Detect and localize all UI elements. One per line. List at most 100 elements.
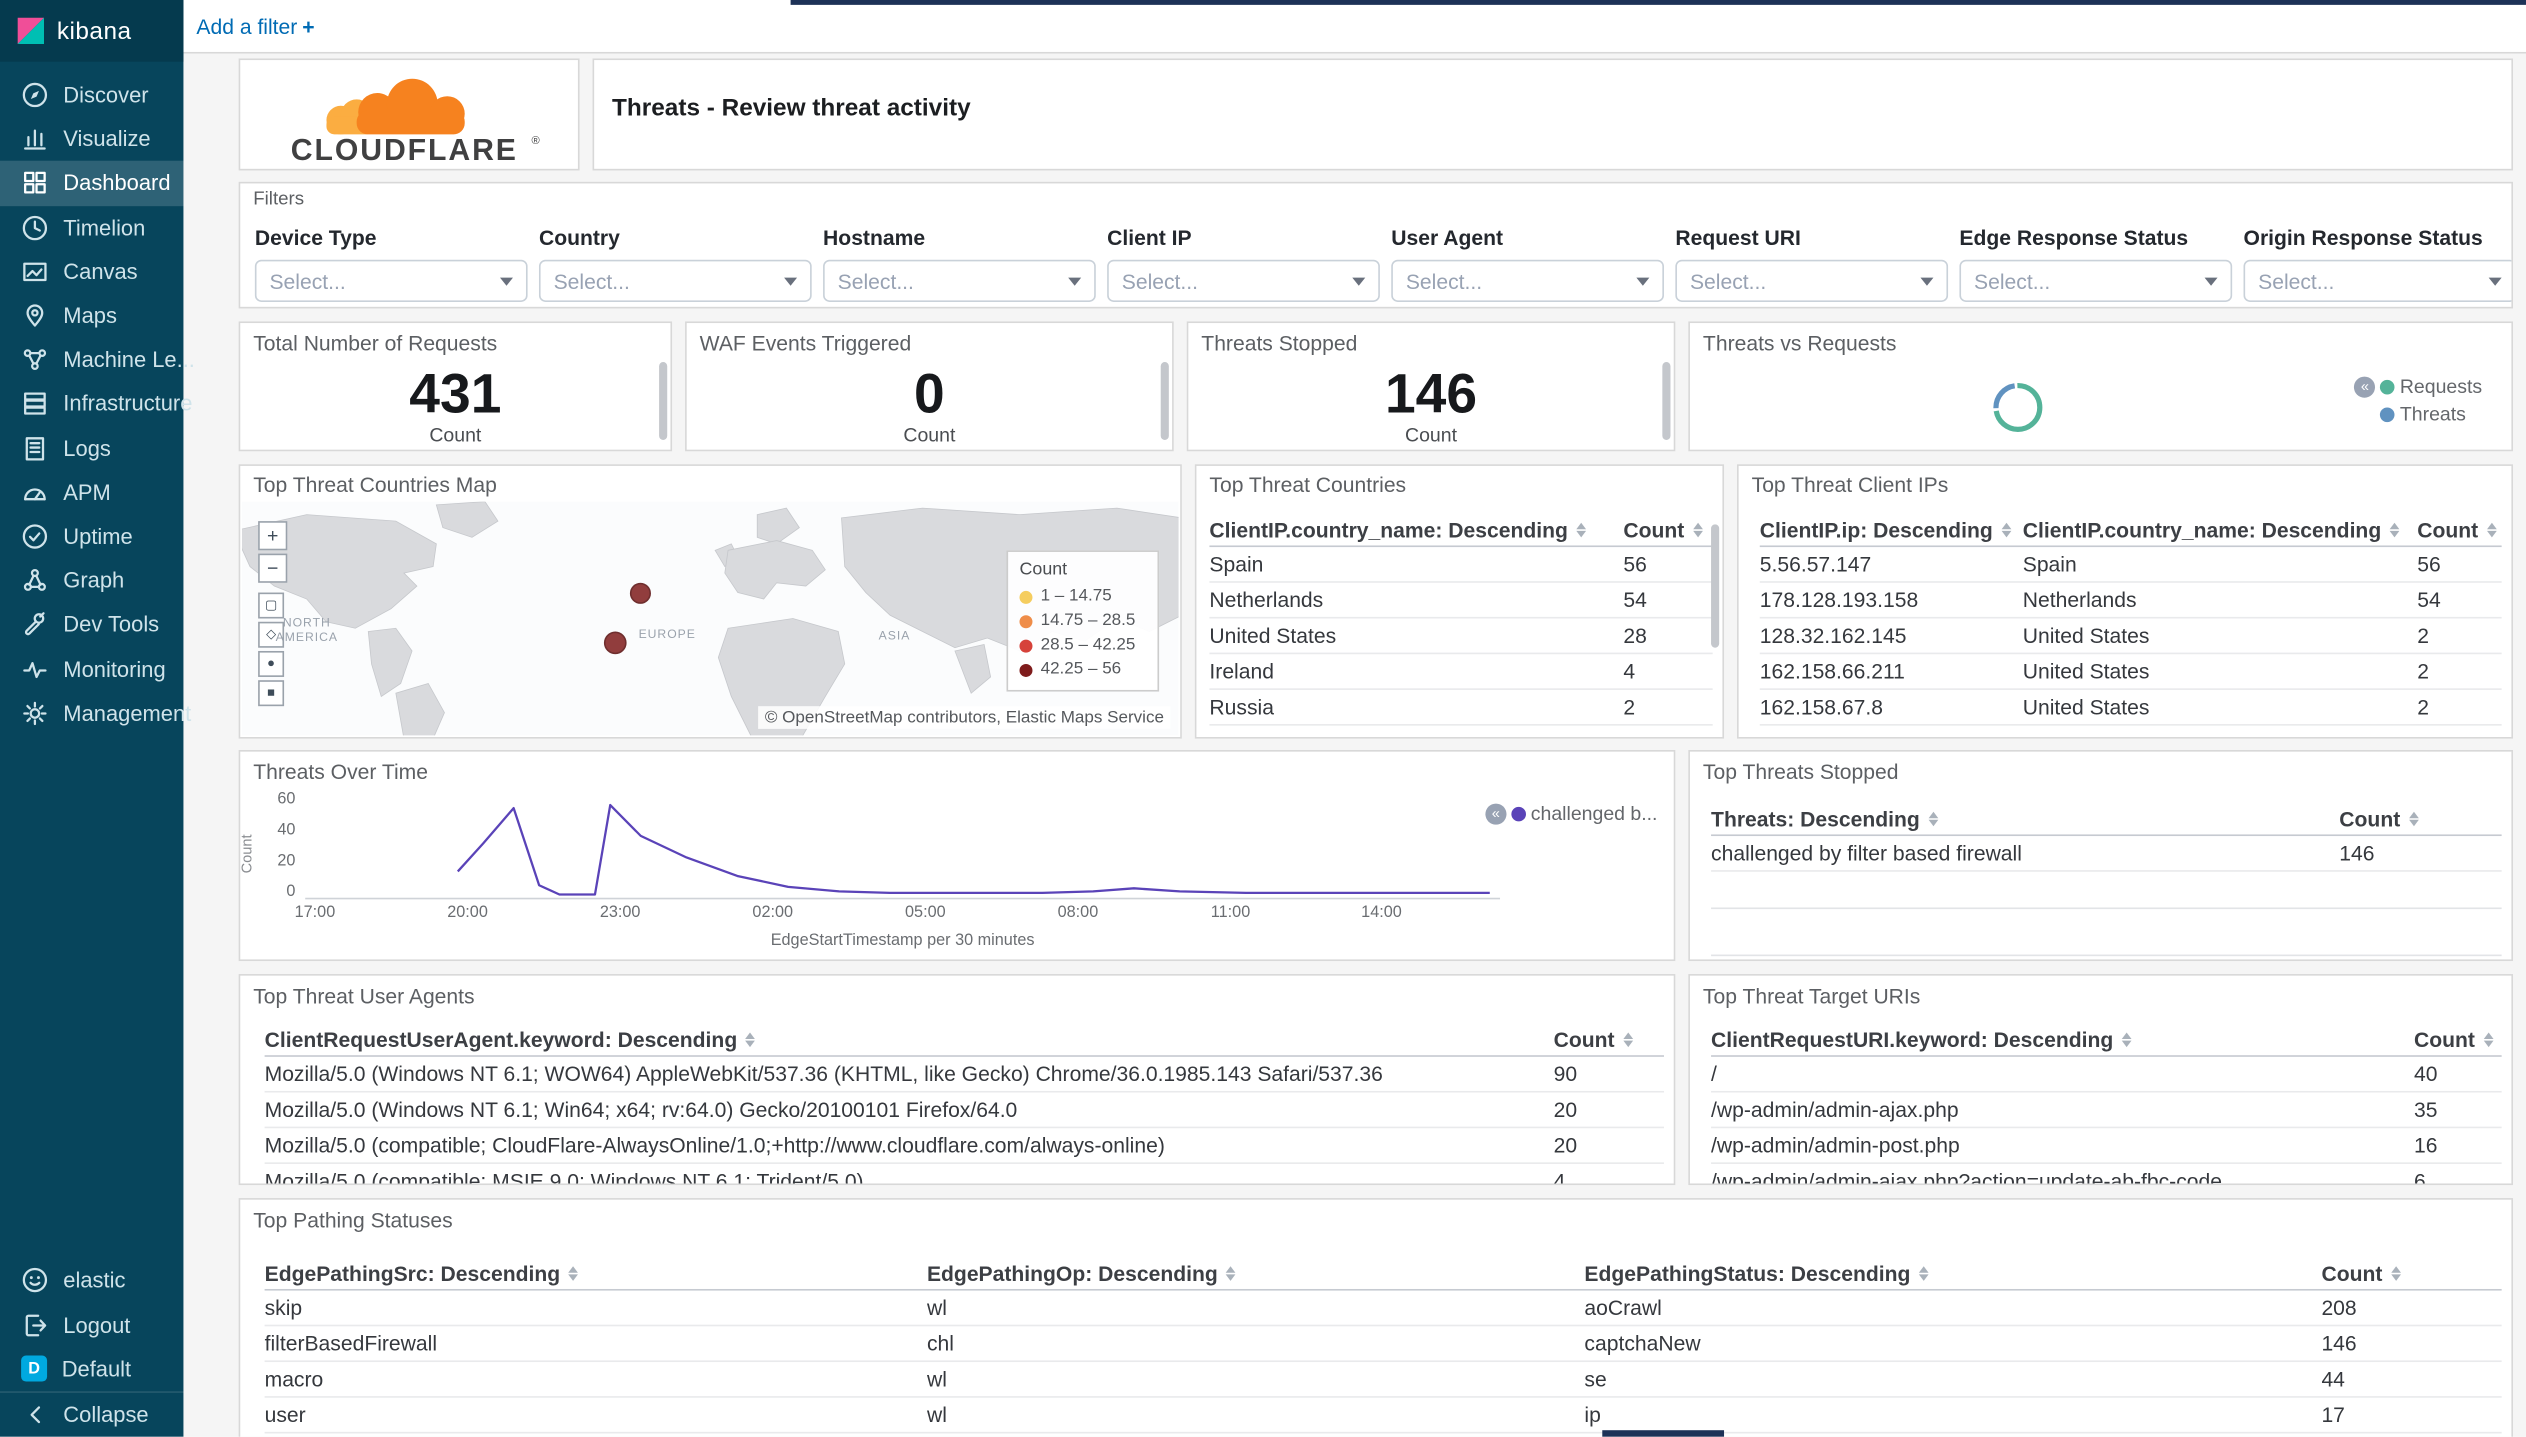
sidebar-item-maps[interactable]: Maps [0, 294, 183, 338]
map-marker-netherlands[interactable] [629, 582, 651, 604]
legend-item-challenged[interactable]: challenged b... [1531, 802, 1658, 825]
sidebar-item-logout[interactable]: Logout [0, 1303, 183, 1347]
management-icon [23, 701, 47, 725]
uptime-icon [22, 524, 48, 549]
zoom-in-button[interactable]: + [258, 521, 288, 551]
map-attribution[interactable]: © OpenStreetMap contributors, Elastic Ma… [758, 706, 1171, 729]
filter-field-client-ip: Client IP Select... [1107, 216, 1380, 302]
sidebar-item-discover[interactable]: Discover [0, 73, 183, 117]
legend-dot-1 [1019, 590, 1033, 604]
sidebar-item-dashboard[interactable]: Dashboard [0, 161, 184, 206]
sidebar-item-apm[interactable]: APM [0, 470, 183, 514]
user-agent-select[interactable]: Select... [1391, 259, 1664, 302]
panel-scrollbar[interactable] [1662, 362, 1671, 440]
request-uri-select[interactable]: Select... [1675, 259, 1949, 302]
sidebar: kibana Discover Visualize Dashboard Time… [0, 0, 195, 1437]
table-row-empty [1711, 872, 2502, 910]
sidebar-item-uptime[interactable]: Uptime [0, 514, 183, 558]
legend-toggle-icon[interactable]: « [2354, 375, 2376, 397]
select-placeholder: Select... [553, 268, 630, 294]
column-header[interactable]: EdgePathingOp: Descending [927, 1261, 1584, 1286]
add-filter-link[interactable]: Add a filter + [196, 14, 314, 38]
panel-top-threats-stopped: Top Threats Stopped Threats: Descending … [1688, 750, 2514, 962]
legend-toggle-icon[interactable]: « [1485, 802, 1507, 824]
sidebar-item-default-space[interactable]: D Default [0, 1347, 183, 1391]
chevron-down-icon [1068, 276, 1082, 285]
column-header[interactable]: ClientRequestUserAgent.keyword: Descendi… [265, 1028, 1554, 1052]
threats-vs-requests-donut [1993, 382, 2043, 432]
sidebar-item-dev-tools[interactable]: Dev Tools [0, 603, 183, 647]
logout-icon [25, 1313, 47, 1336]
sidebar-item-collapse[interactable]: Collapse [0, 1390, 184, 1437]
column-header[interactable]: ClientIP.country_name: Descending [1209, 518, 1623, 542]
panel-title: WAF Events Triggered [699, 331, 912, 356]
column-header[interactable]: Count [1554, 1028, 1664, 1052]
kibana-logo[interactable]: kibana [0, 0, 184, 62]
hostname-select[interactable]: Select... [823, 259, 1096, 302]
top-threat-user-agents-table: ClientRequestUserAgent.keyword: Descendi… [264, 1024, 1664, 1184]
table-row: United States 28 [1209, 619, 1713, 655]
sidebar-item-infrastructure[interactable]: Infrastructure [0, 382, 192, 426]
sort-caret-icon [2408, 811, 2419, 827]
apm-icon [24, 487, 46, 500]
y-tick-label: 0 [286, 883, 296, 901]
panel-scrollbar[interactable] [659, 362, 668, 440]
column-header[interactable]: ClientRequestURI.keyword: Descending [1711, 1028, 2414, 1052]
column-header[interactable]: Count [2417, 518, 2501, 542]
column-header[interactable]: EdgePathingSrc: Descending [265, 1261, 927, 1286]
panel-title: Threats Stopped [1201, 331, 1358, 356]
column-header[interactable]: Threats: Descending [1711, 807, 2339, 831]
panel-scrollbar[interactable] [1160, 362, 1169, 440]
sidebar-item-label: Dev Tools [63, 612, 160, 637]
column-header[interactable]: Count [2321, 1261, 2501, 1286]
legend-item-threats[interactable]: Threats [2400, 403, 2482, 426]
table-row: Mozilla/5.0 (compatible; MSIE 9.0; Windo… [265, 1164, 1664, 1184]
sidebar-item-graph[interactable]: Graph [0, 559, 183, 603]
sidebar-item-elastic-user[interactable]: elastic [0, 1259, 183, 1303]
panel-filters: Filters Device Type Select... Country Se… [238, 181, 2514, 309]
table-row: Russia 2 [1209, 690, 1713, 726]
sidebar-item-management[interactable]: Management [0, 691, 191, 735]
maps-icon [26, 304, 44, 327]
column-header[interactable]: Count [2339, 807, 2501, 831]
device-type-select[interactable]: Select... [254, 259, 528, 302]
column-header[interactable]: Count [1623, 518, 1712, 542]
filter-label: Hostname [823, 225, 926, 251]
table-row: 162.158.66.211 United States 2 [1759, 654, 2502, 690]
legend-item-requests[interactable]: Requests [2400, 375, 2482, 398]
table-row: 162.158.67.8 United States 2 [1759, 690, 2502, 726]
dev-tools-icon [24, 612, 45, 636]
sidebar-item-visualize[interactable]: Visualize [0, 117, 183, 161]
client-ip-select[interactable]: Select... [1107, 259, 1380, 302]
map-marker-spain[interactable] [603, 631, 627, 655]
panel-title: Top Threat Countries Map [253, 472, 497, 497]
origin-response-status-select[interactable]: Select... [2243, 259, 2512, 302]
sidebar-item-canvas[interactable]: Canvas [0, 250, 183, 294]
column-header[interactable]: ClientIP.ip: Descending [1760, 518, 2023, 542]
top-threats-stopped-table: Threats: Descending Count challenged by … [1711, 804, 2502, 957]
sidebar-item-monitoring[interactable]: Monitoring [0, 647, 183, 691]
sort-caret-icon [2483, 1032, 2493, 1048]
map-canvas[interactable]: + − ▢ ◇ ● ■ NORTH AMERICA EUROPE ASIA Co… [241, 501, 1179, 736]
edge-response-status-select[interactable]: Select... [1959, 259, 2233, 302]
threats-over-time-chart[interactable] [305, 800, 1501, 900]
select-placeholder: Select... [1974, 268, 2051, 294]
circle-tool-button[interactable]: ● [258, 650, 285, 677]
zoom-out-button[interactable]: − [258, 553, 288, 583]
panel-top-threat-countries-map: Top Threat Countries Map + − ▢ ◇ ● ■ NOR… [238, 464, 1182, 739]
filter-field-edge-response-status: Edge Response Status Select... [1959, 216, 2233, 302]
panel-waf-events: WAF Events Triggered 0 Count [685, 321, 1174, 452]
country-select[interactable]: Select... [538, 259, 812, 302]
sidebar-item-machine-learning[interactable]: Machine Le... [0, 338, 195, 382]
panel-scrollbar[interactable] [1711, 524, 1720, 648]
map-region-label-europe: EUROPE [638, 626, 696, 642]
select-placeholder: Select... [269, 268, 346, 294]
rectangle-tool-button[interactable]: ■ [258, 680, 285, 707]
column-header[interactable]: ClientIP.country_name: Descending [2023, 518, 2417, 542]
sort-caret-icon [1576, 522, 1586, 538]
column-header[interactable]: EdgePathingStatus: Descending [1584, 1261, 2321, 1286]
sidebar-item-timelion[interactable]: Timelion [0, 205, 183, 249]
sidebar-item-logs[interactable]: Logs [0, 426, 183, 470]
map-zoom-controls: + − [258, 521, 288, 586]
column-header[interactable]: Count [2414, 1028, 2502, 1052]
